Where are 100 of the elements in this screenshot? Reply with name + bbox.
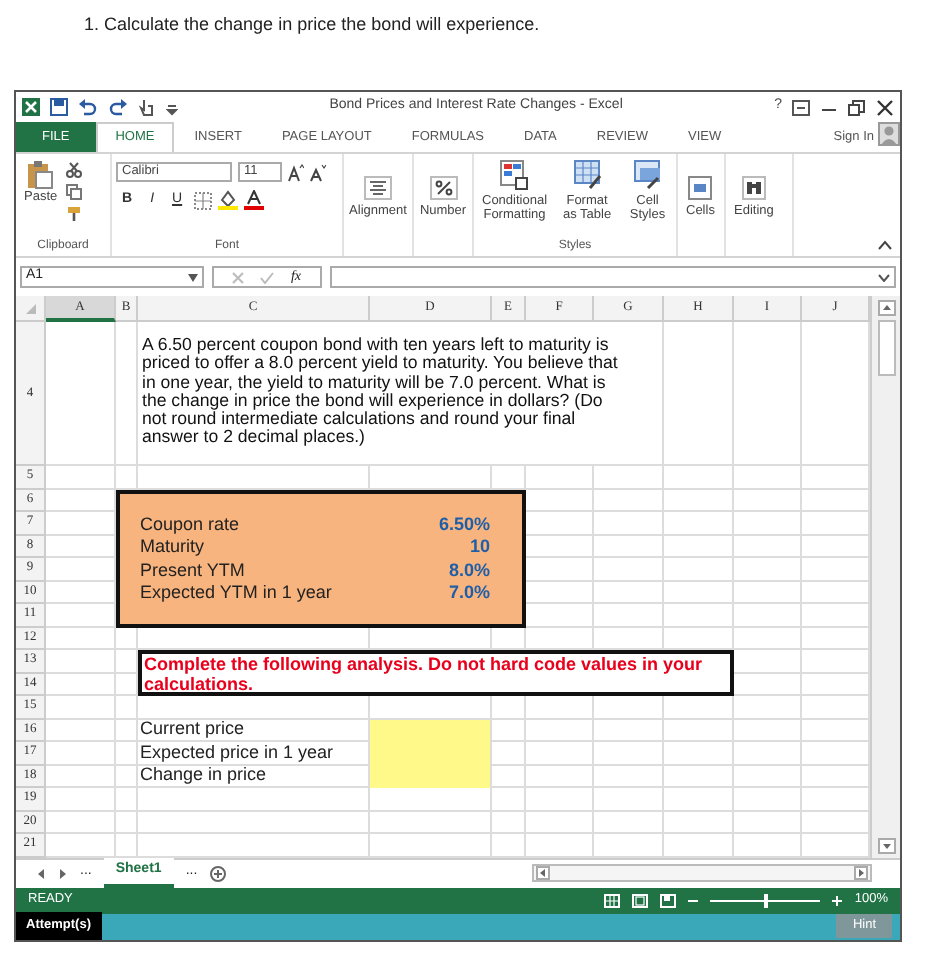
spreadsheet-cell[interactable] (46, 834, 116, 857)
spreadsheet-cell[interactable] (46, 650, 116, 673)
spreadsheet-cell[interactable] (46, 765, 116, 788)
undo-icon[interactable] (78, 98, 98, 116)
fill-color-icon[interactable] (218, 190, 239, 211)
spreadsheet-cell[interactable] (46, 627, 116, 650)
spreadsheet-cell[interactable] (594, 742, 664, 765)
scroll-down-icon[interactable] (878, 837, 896, 853)
spreadsheet-cell[interactable] (664, 765, 734, 788)
spreadsheet-cell[interactable] (594, 581, 664, 604)
spreadsheet-cell[interactable] (664, 581, 734, 604)
collapse-ribbon-icon[interactable] (878, 240, 892, 250)
redo-icon[interactable] (108, 98, 128, 116)
cut-icon[interactable] (65, 162, 82, 178)
spreadsheet-cell[interactable] (734, 627, 802, 650)
spreadsheet-cell[interactable] (594, 512, 664, 535)
spreadsheet-cell[interactable] (734, 466, 802, 489)
cancel-icon[interactable] (232, 271, 245, 283)
spreadsheet-cell[interactable] (138, 834, 370, 857)
format-painter-icon[interactable] (65, 206, 82, 222)
spreadsheet-cell[interactable] (734, 535, 802, 558)
next-sheet-icon[interactable] (58, 867, 68, 879)
spreadsheet-cell[interactable] (734, 788, 802, 811)
spreadsheet-cell[interactable] (664, 535, 734, 558)
spreadsheet-cell[interactable] (734, 719, 802, 742)
spreadsheet-cell[interactable] (492, 811, 526, 834)
page-break-view-icon[interactable] (660, 893, 677, 907)
formula-input[interactable] (330, 266, 896, 288)
answer-field[interactable] (370, 765, 492, 788)
spreadsheet-cell[interactable] (138, 811, 370, 834)
spreadsheet-cell[interactable] (594, 604, 664, 627)
spreadsheet-cell[interactable] (594, 765, 664, 788)
spreadsheet-cell[interactable] (46, 811, 116, 834)
spreadsheet-cell[interactable] (664, 558, 734, 581)
zoom-thumb[interactable] (763, 893, 768, 907)
spreadsheet-cell[interactable] (594, 489, 664, 512)
spreadsheet-cell[interactable] (664, 811, 734, 834)
spreadsheet-cell[interactable] (370, 811, 492, 834)
touch-mode-icon[interactable] (138, 98, 156, 116)
spreadsheet-cell[interactable] (46, 322, 116, 466)
copy-icon[interactable] (65, 184, 82, 200)
spreadsheet-cell[interactable] (370, 834, 492, 857)
spreadsheet-cell[interactable] (116, 811, 138, 834)
spreadsheet-cell[interactable] (46, 673, 116, 696)
spreadsheet-cell[interactable] (526, 788, 594, 811)
spreadsheet-cell[interactable] (734, 489, 802, 512)
spreadsheet-cell[interactable] (492, 834, 526, 857)
spreadsheet-cell[interactable] (734, 512, 802, 535)
spreadsheet-cell[interactable] (526, 742, 594, 765)
spreadsheet-cell[interactable] (664, 788, 734, 811)
scroll-thumb[interactable] (878, 320, 896, 376)
previous-sheet-icon[interactable] (36, 867, 46, 879)
spreadsheet-cell[interactable] (664, 512, 734, 535)
spreadsheet-cell[interactable] (734, 322, 802, 466)
spreadsheet-cell[interactable] (664, 604, 734, 627)
spreadsheet-cell[interactable] (664, 489, 734, 512)
spreadsheet-cell[interactable] (734, 581, 802, 604)
answer-field[interactable] (370, 719, 492, 742)
spreadsheet-cell[interactable] (116, 788, 138, 811)
font-color-icon[interactable] (244, 190, 265, 211)
enter-icon[interactable] (260, 271, 275, 283)
spreadsheet-cell[interactable] (734, 604, 802, 627)
spreadsheet-cell[interactable] (594, 719, 664, 742)
spreadsheet-cell[interactable] (594, 834, 664, 857)
scroll-up-icon[interactable] (878, 300, 896, 316)
spreadsheet-cell[interactable] (664, 834, 734, 857)
spreadsheet-cell[interactable] (594, 811, 664, 834)
grow-font-icon[interactable] (288, 163, 304, 181)
spreadsheet-cell[interactable] (734, 558, 802, 581)
spreadsheet-cell[interactable] (734, 696, 802, 719)
spreadsheet-cell[interactable] (46, 466, 116, 489)
spreadsheet-cell[interactable] (664, 719, 734, 742)
spreadsheet-cell[interactable] (46, 788, 116, 811)
horizontal-scrollbar[interactable] (532, 864, 872, 882)
spreadsheet-cell[interactable] (46, 696, 116, 719)
save-icon[interactable] (50, 98, 68, 116)
spreadsheet-cell[interactable] (526, 811, 594, 834)
shrink-font-icon[interactable] (310, 163, 326, 181)
spreadsheet-cell[interactable] (664, 466, 734, 489)
spreadsheet-cell[interactable] (594, 788, 664, 811)
spreadsheet-cell[interactable] (594, 535, 664, 558)
spreadsheet-cell[interactable] (492, 788, 526, 811)
spreadsheet-cell[interactable] (116, 696, 138, 719)
ribbon-display-icon[interactable] (792, 99, 810, 115)
zoom-in-icon[interactable] (832, 895, 843, 905)
spreadsheet-cell[interactable] (526, 719, 594, 742)
close-icon[interactable] (876, 99, 894, 115)
zoom-out-icon[interactable] (688, 895, 699, 905)
spreadsheet-cell[interactable] (526, 834, 594, 857)
spreadsheet-cell[interactable] (594, 558, 664, 581)
spreadsheet-cell[interactable] (734, 834, 802, 857)
page-layout-view-icon[interactable] (632, 893, 649, 907)
borders-icon[interactable] (194, 191, 213, 210)
spreadsheet-cell[interactable] (734, 765, 802, 788)
spreadsheet-cell[interactable] (526, 765, 594, 788)
spreadsheet-cell[interactable] (734, 742, 802, 765)
spreadsheet-cell[interactable] (46, 719, 116, 742)
new-sheet-icon[interactable] (209, 865, 226, 881)
normal-view-icon[interactable] (604, 893, 621, 907)
spreadsheet-cell[interactable] (664, 742, 734, 765)
